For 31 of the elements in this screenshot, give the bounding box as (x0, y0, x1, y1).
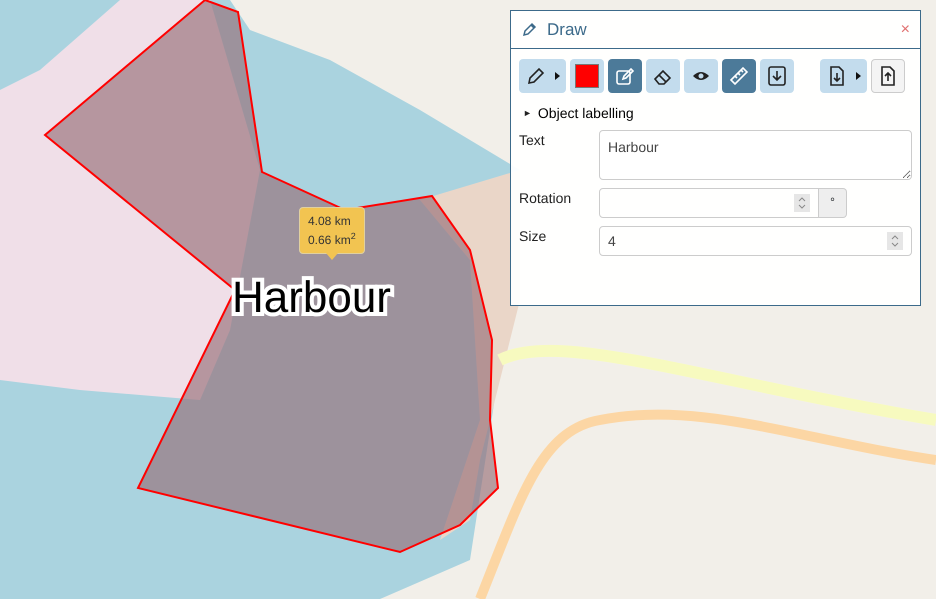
ruler-icon (728, 65, 750, 87)
pencil-dropdown-button[interactable] (519, 59, 566, 93)
text-area[interactable]: Harbour (599, 130, 912, 180)
pencil-icon (521, 22, 537, 38)
upload-button[interactable] (871, 59, 905, 93)
pencil-icon (525, 65, 547, 87)
edit-icon (614, 65, 636, 87)
edit-button[interactable] (608, 59, 642, 93)
measure-button[interactable] (722, 59, 756, 93)
area-text: 0.66 km$^{2}$ (308, 230, 356, 249)
length-text: 4.08 km (308, 213, 352, 230)
field-label: Text (519, 131, 546, 150)
panel-title: Draw (547, 18, 587, 41)
drawn-polygon[interactable] (43, 0, 500, 554)
spinner-icon[interactable] (794, 194, 810, 212)
number-field[interactable]: 4 (599, 226, 912, 256)
map-label: Harbour (232, 276, 391, 320)
number-field[interactable] (599, 188, 819, 218)
field-label: Size (519, 227, 548, 246)
import-button[interactable] (760, 59, 794, 93)
import-icon (766, 65, 788, 87)
download-dropdown-button[interactable] (820, 59, 867, 93)
field-label: Rotation (519, 189, 572, 208)
caret-icon (856, 72, 861, 80)
unit-label: ° (819, 188, 847, 218)
visibility-button[interactable] (684, 59, 718, 93)
spinner-icon[interactable] (887, 232, 903, 250)
color-button[interactable] (570, 59, 604, 93)
caret-icon (555, 72, 560, 80)
section-toggle[interactable]: ► Object labelling (523, 103, 634, 124)
eraser-button[interactable] (646, 59, 680, 93)
